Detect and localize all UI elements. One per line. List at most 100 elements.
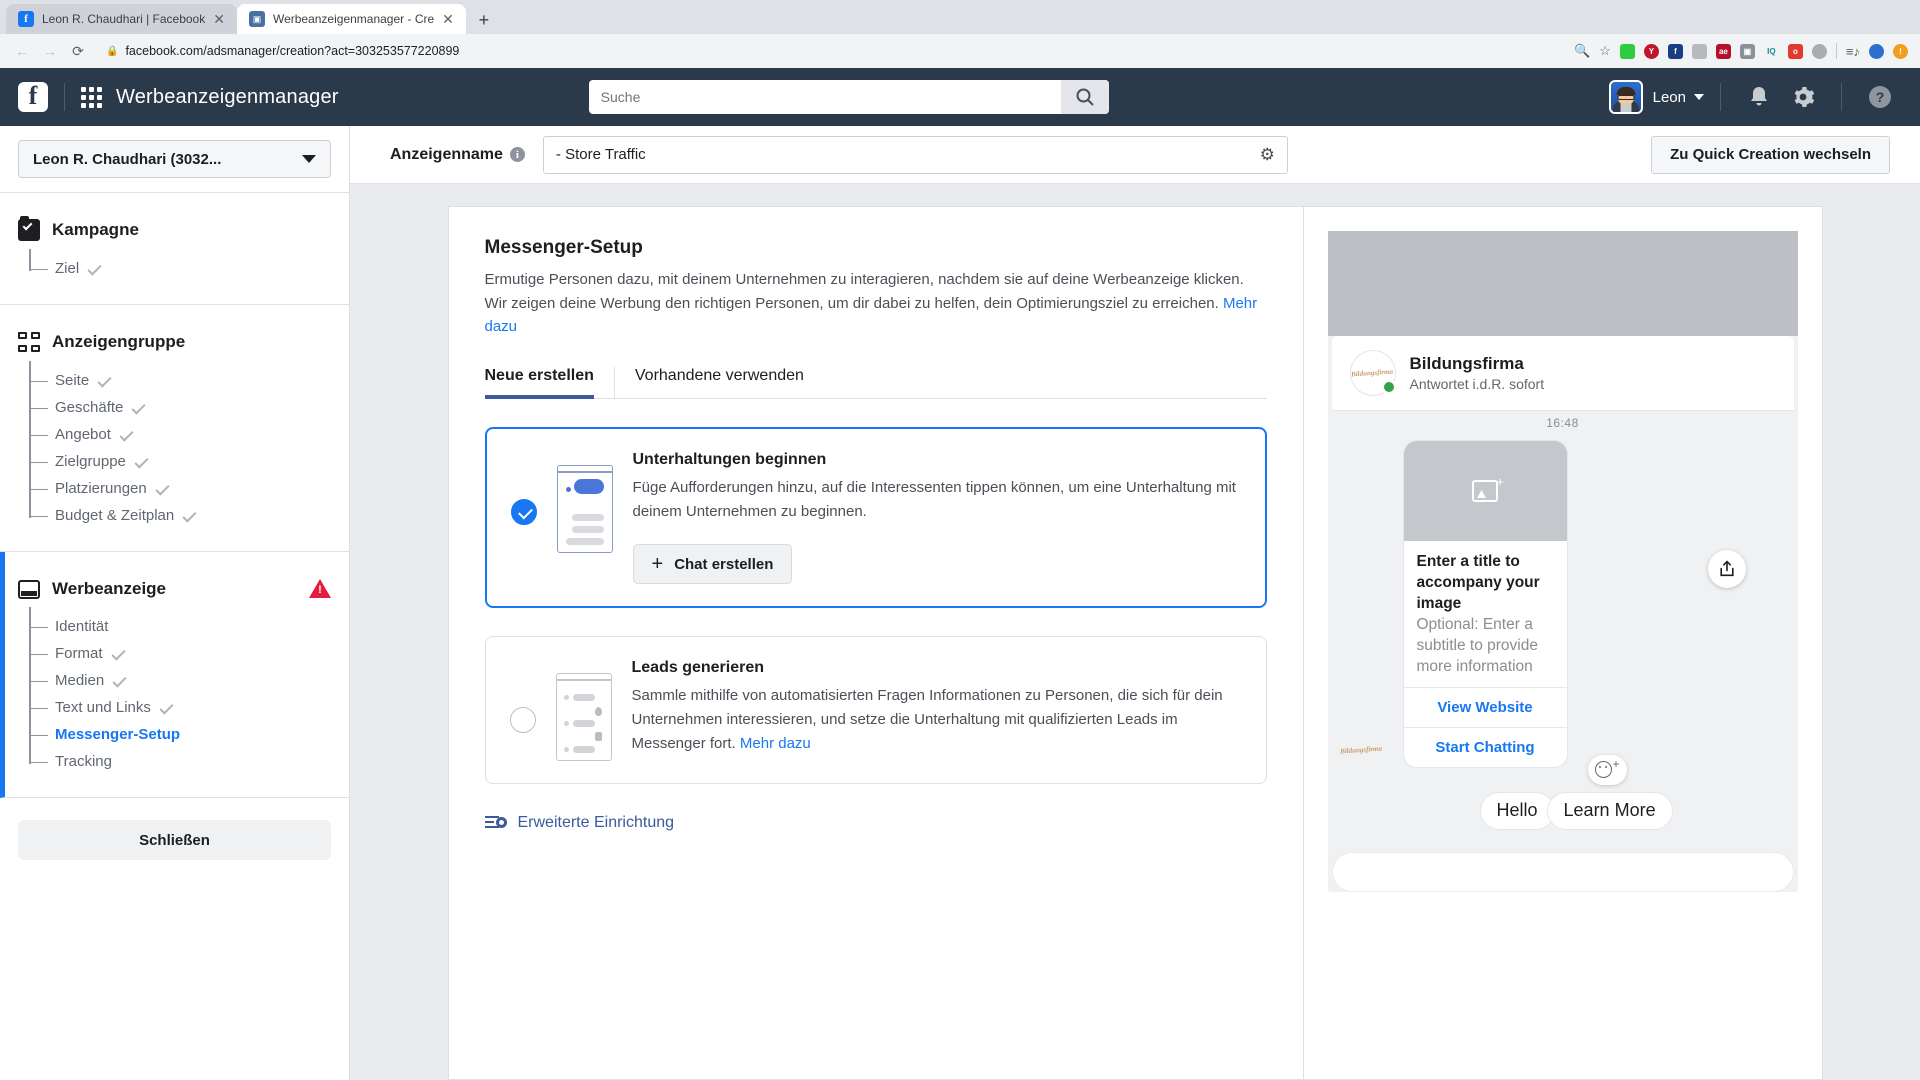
user-name[interactable]: Leon — [1653, 89, 1686, 106]
tab-neue-erstellen[interactable]: Neue erstellen — [484, 367, 614, 400]
sidebar-item-medien[interactable]: Medien — [29, 667, 331, 694]
reload-icon[interactable]: ⟳ — [66, 39, 90, 63]
help-icon[interactable]: ? — [1858, 68, 1902, 126]
business-wordmark: Bildungsfirma — [1351, 367, 1394, 379]
radio-unterhaltungen[interactable] — [510, 499, 537, 526]
ext-runner-icon[interactable] — [1691, 43, 1707, 59]
account-selector[interactable]: Leon R. Chaudhari (3032... — [18, 140, 331, 178]
app-grid-icon[interactable] — [81, 86, 102, 108]
back-icon[interactable]: ← — [10, 39, 34, 63]
close-icon[interactable]: ✕ — [442, 12, 454, 26]
sidebar-item-geschaefte[interactable]: Geschäfte — [29, 394, 331, 421]
item-label: Ziel — [55, 260, 80, 277]
avatar[interactable] — [1608, 80, 1643, 114]
settings-icon[interactable] — [1781, 68, 1825, 126]
quick-creation-button[interactable]: Zu Quick Creation wechseln — [1651, 135, 1890, 174]
ext-green-shield-icon[interactable] — [1619, 43, 1635, 59]
item-label: Angebot — [55, 426, 111, 443]
quick-reply-learn-more[interactable]: Learn More — [1546, 791, 1673, 830]
cta-start-chatting[interactable]: Start Chatting — [1403, 726, 1567, 767]
ext-iq-icon[interactable]: IQ — [1764, 44, 1779, 59]
bookmark-star-icon[interactable]: ☆ — [1599, 43, 1611, 59]
ad-name-field[interactable]: - Store Traffic ⚙ — [542, 135, 1288, 174]
close-button[interactable]: Schließen — [18, 820, 331, 860]
check-icon — [182, 508, 197, 523]
search-input[interactable] — [588, 80, 1061, 114]
radio-leads[interactable] — [509, 707, 536, 734]
section-header[interactable]: Kampagne — [18, 216, 331, 241]
sidebar-item-tracking[interactable]: Tracking — [29, 748, 331, 775]
toolbar-divider — [1835, 43, 1837, 59]
item-label: Zielgruppe — [55, 453, 126, 470]
profile-avatar-icon[interactable] — [1869, 43, 1884, 59]
info-icon[interactable]: i — [509, 147, 525, 162]
search-icon[interactable] — [1060, 80, 1109, 114]
forward-icon[interactable]: → — [38, 39, 62, 63]
chevron-down-icon — [302, 155, 316, 163]
ad-name-bar: Anzeigenname i - Store Traffic ⚙ Zu Quic… — [350, 126, 1920, 184]
sidebar-item-format[interactable]: Format — [29, 640, 331, 667]
share-icon[interactable] — [1707, 550, 1746, 588]
option-card-leads[interactable]: Leads generieren Sammle mithilfe von aut… — [484, 636, 1267, 785]
add-image-icon — [1472, 474, 1504, 502]
ext-window-icon[interactable]: ▣ — [1739, 43, 1755, 59]
message-input-strip[interactable] — [1331, 851, 1794, 892]
section-header[interactable]: Anzeigengruppe — [18, 331, 331, 353]
add-reaction-icon[interactable]: + — [1587, 754, 1627, 785]
advanced-setup-row[interactable]: Erweiterte Einrichtung — [484, 814, 1267, 832]
business-name: Bildungsfirma — [1409, 354, 1524, 373]
search-bar[interactable] — [588, 80, 1109, 114]
gear-icon[interactable]: ⚙ — [1260, 145, 1275, 165]
item-label: Identität — [55, 618, 109, 635]
section-title: Anzeigengruppe — [52, 332, 186, 351]
browser-tab-2[interactable]: ▣ Werbeanzeigenmanager - Cre ✕ — [236, 4, 466, 34]
sidebar-section-werbeanzeige[interactable]: Werbeanzeige Identität Format Medien Tex… — [0, 552, 349, 798]
ext-ae-icon[interactable]: ae — [1715, 43, 1731, 59]
new-tab-button[interactable]: + — [470, 6, 498, 34]
check-icon — [119, 427, 134, 442]
leads-learn-more-link[interactable]: Mehr dazu — [740, 735, 811, 752]
browser-tab-1[interactable]: f Leon R. Chaudhari | Facebook ✕ — [6, 4, 237, 34]
sidebar-section-kampagne[interactable]: Kampagne Ziel — [0, 193, 349, 305]
sidebar-item-ziel[interactable]: Ziel — [29, 255, 331, 282]
message-timestamp: 16:48 — [1546, 416, 1579, 430]
ext-off-icon[interactable]: o — [1787, 43, 1803, 59]
browser-chrome: f Leon R. Chaudhari | Facebook ✕ ▣ Werbe… — [0, 0, 1920, 68]
notifications-icon[interactable] — [1737, 68, 1781, 126]
cta-view-website[interactable]: View Website — [1403, 686, 1567, 727]
create-chat-button[interactable]: + Chat erstellen — [632, 544, 793, 585]
extension-icons: 🔍 ☆ Y f ae ▣ IQ o ≡♪ ! — [1574, 43, 1910, 59]
sidebar-item-identitaet[interactable]: Identität — [29, 613, 331, 640]
tab-vorhandene-verwenden[interactable]: Vorhandene verwenden — [613, 367, 824, 399]
sidebar: Leon R. Chaudhari (3032... Kampagne Ziel… — [0, 126, 350, 1080]
ad-name-label: Anzeigenname — [390, 145, 503, 163]
alert-icon[interactable]: ! — [1893, 43, 1908, 59]
sidebar-item-messenger-setup[interactable]: Messenger-Setup — [29, 721, 331, 748]
close-icon[interactable]: ✕ — [213, 12, 225, 26]
sidebar-section-anzeigengruppe[interactable]: Anzeigengruppe Seite Geschäfte Angebot Z… — [0, 305, 349, 552]
page-title: Messenger-Setup — [484, 237, 643, 258]
chevron-down-icon[interactable] — [1694, 94, 1704, 100]
playlist-icon[interactable]: ≡♪ — [1846, 44, 1860, 59]
facebook-logo[interactable]: f — [18, 82, 48, 112]
sidebar-item-seite[interactable]: Seite — [29, 367, 331, 394]
sidebar-item-platzierungen[interactable]: Platzierungen — [29, 475, 331, 502]
tab-title: Leon R. Chaudhari | Facebook — [42, 12, 206, 26]
sidebar-item-budget-zeitplan[interactable]: Budget & Zeitplan — [29, 502, 331, 529]
ext-abp-icon[interactable] — [1811, 43, 1827, 59]
sidebar-item-zielgruppe[interactable]: Zielgruppe — [29, 448, 331, 475]
check-icon — [134, 454, 149, 469]
quick-reply-hello[interactable]: Hello — [1479, 791, 1555, 830]
section-header[interactable]: Werbeanzeige — [18, 578, 331, 599]
zoom-icon[interactable]: 🔍 — [1574, 43, 1590, 59]
content-area: Messenger-Setup Ermutige Personen dazu, … — [350, 184, 1920, 1080]
ext-facebook-icon[interactable]: f — [1667, 43, 1683, 59]
ad-preview-panel: Bildungsfirma Bildungsfirma Antwortet i.… — [1302, 206, 1823, 1080]
address-bar[interactable]: 🔒 facebook.com/adsmanager/creation?act=3… — [98, 40, 1570, 62]
item-label: Text und Links — [55, 699, 151, 716]
ext-yab-icon[interactable]: Y — [1643, 43, 1659, 59]
option-card-unterhaltungen[interactable]: Unterhaltungen beginnen Füge Aufforderun… — [484, 427, 1267, 609]
sidebar-item-angebot[interactable]: Angebot — [29, 421, 331, 448]
sidebar-item-text-und-links[interactable]: Text und Links — [29, 694, 331, 721]
ad-preview-card[interactable]: Enter a title to accompany your image Op… — [1402, 440, 1568, 768]
